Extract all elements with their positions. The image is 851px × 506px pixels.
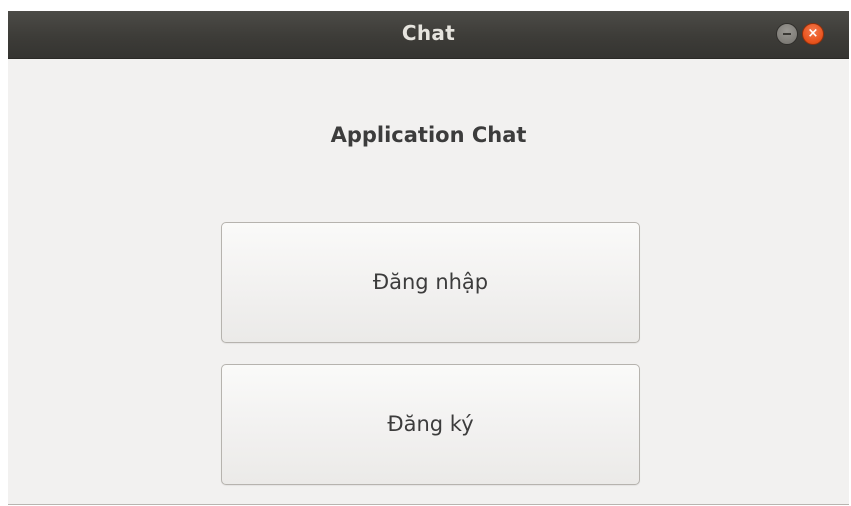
chat-window: Chat × Application Chat Đăng nhập Đăng k… bbox=[8, 11, 849, 505]
window-title: Chat bbox=[401, 21, 456, 45]
login-button[interactable]: Đăng nhập bbox=[221, 222, 640, 343]
minimize-button[interactable] bbox=[776, 23, 798, 45]
title-bar[interactable]: Chat × bbox=[8, 11, 849, 59]
register-button[interactable]: Đăng ký bbox=[221, 364, 640, 485]
close-icon: × bbox=[807, 26, 819, 41]
close-button[interactable]: × bbox=[802, 23, 824, 45]
login-button-label: Đăng nhập bbox=[372, 270, 489, 294]
minimize-icon bbox=[783, 33, 791, 35]
app-heading: Application Chat bbox=[330, 123, 527, 147]
register-button-label: Đăng ký bbox=[387, 412, 474, 436]
